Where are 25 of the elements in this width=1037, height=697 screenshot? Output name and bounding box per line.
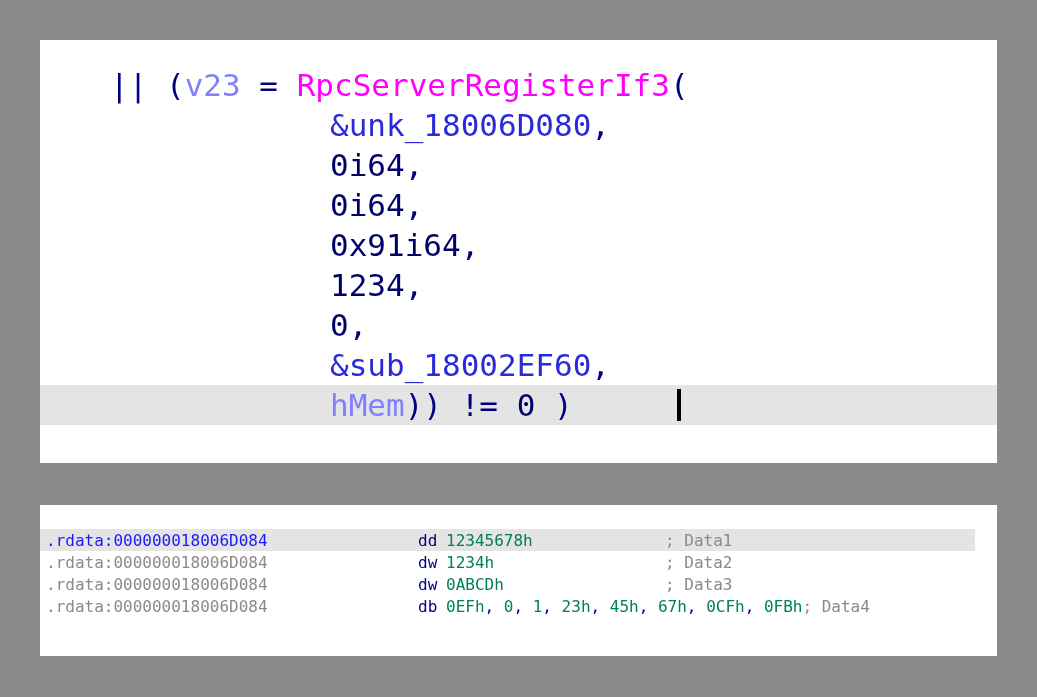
code-line: 0x91i64, — [330, 226, 480, 265]
operands: 0ABCDh — [446, 574, 505, 594]
code-line: 0i64, — [330, 146, 424, 185]
operands: 0EFh, 0, 1, 23h, 45h, 67h, 0CFh, 0FBh — [446, 596, 803, 616]
comment: ; Data3 — [665, 574, 733, 594]
address: .rdata:000000018006D084 — [46, 574, 269, 594]
mnemonic: dd — [418, 530, 439, 550]
code-line: || (v23 = RpcServerRegisterIf3( — [110, 66, 689, 105]
operands: 1234h — [446, 552, 496, 572]
mnemonic: db — [418, 596, 439, 616]
code-line: &sub_18002EF60, — [330, 346, 610, 385]
comment: ; Data2 — [665, 552, 733, 572]
address: .rdata:000000018006D084 — [46, 596, 269, 616]
comment: ; Data4 — [802, 596, 870, 616]
address: .rdata:000000018006D084 — [46, 530, 269, 550]
operands: 12345678h — [446, 530, 534, 550]
comment: ; Data1 — [665, 530, 733, 550]
mnemonic: dw — [418, 574, 439, 594]
code-line: 0i64, — [330, 186, 424, 225]
code-line: 1234, — [330, 266, 424, 305]
code-line: 0, — [330, 306, 368, 345]
code-line: &unk_18006D080, — [330, 106, 610, 145]
mnemonic: dw — [418, 552, 439, 572]
address: .rdata:000000018006D084 — [46, 552, 269, 572]
code-line: hMem)) != 0 ) — [330, 386, 573, 425]
